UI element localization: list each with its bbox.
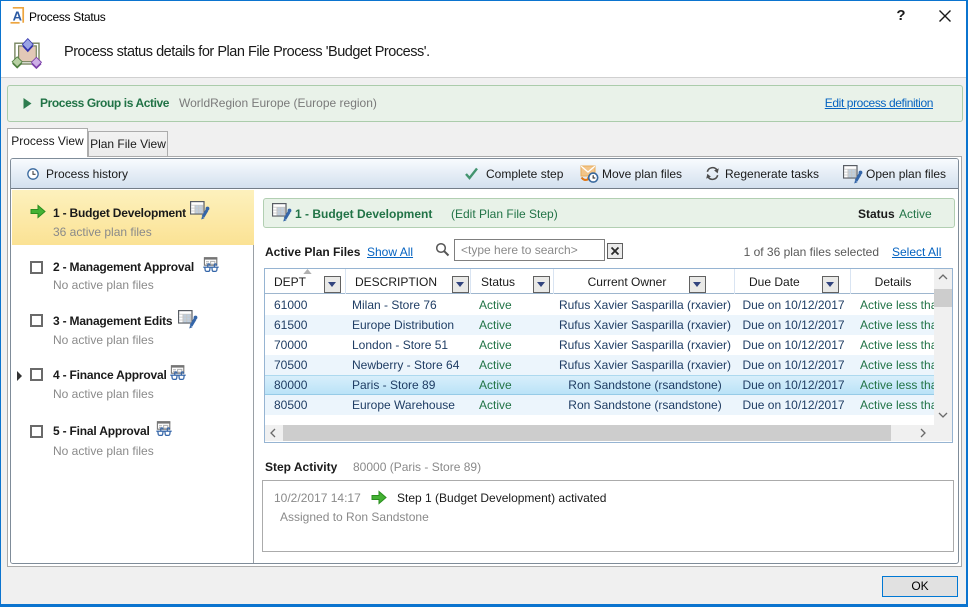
svg-text:A: A — [13, 9, 23, 24]
